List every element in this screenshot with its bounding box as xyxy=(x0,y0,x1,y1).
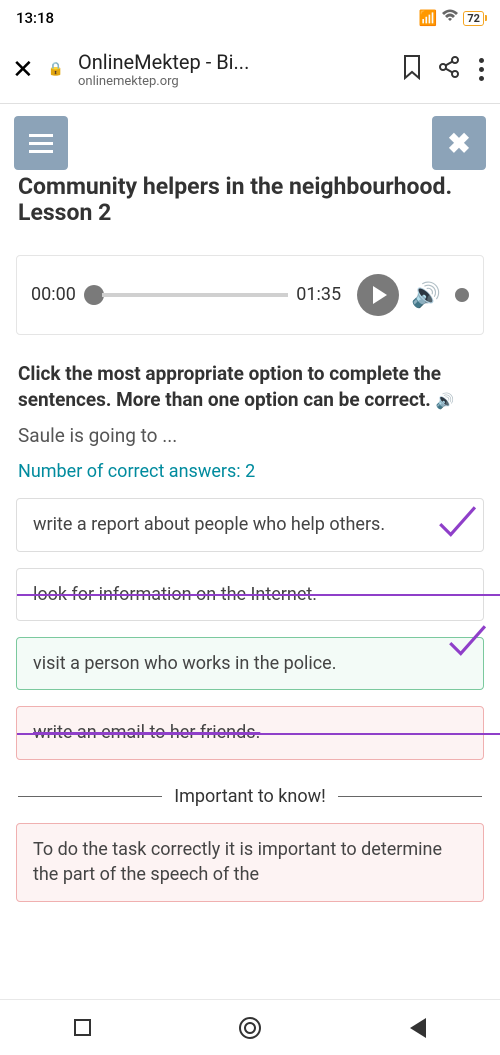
important-note: To do the task correctly it is important… xyxy=(16,823,484,902)
answer-option[interactable]: write an email to her friends. xyxy=(16,706,484,759)
speaker-icon[interactable]: 🔊 xyxy=(436,392,455,410)
answer-option[interactable]: look for information on the Internet. xyxy=(16,568,484,621)
divider xyxy=(18,796,162,797)
close-icon: ✖ xyxy=(447,127,470,160)
audio-total-time: 01:35 xyxy=(296,284,341,305)
correct-count: Number of correct answers: 2 xyxy=(0,461,500,492)
volume-icon[interactable]: 🔊 xyxy=(411,281,441,309)
play-button[interactable] xyxy=(357,274,399,316)
status-time: 13:18 xyxy=(16,9,54,27)
bookmark-icon[interactable] xyxy=(401,54,423,86)
task-instruction: Click the most appropriate option to com… xyxy=(0,349,500,418)
nav-back-icon[interactable] xyxy=(410,1018,426,1038)
option-text: write a report about people who help oth… xyxy=(33,514,385,535)
page-title: OnlineMektep - Bi... xyxy=(78,50,387,74)
share-icon[interactable] xyxy=(437,55,461,85)
option-text: visit a person who works in the police. xyxy=(33,653,336,674)
answer-option[interactable]: write a report about people who help oth… xyxy=(16,498,484,551)
signal-icon: 📶 xyxy=(419,9,438,27)
lesson-title: Community helpers in the neighbourhood. … xyxy=(0,170,500,241)
more-icon[interactable] xyxy=(475,58,488,81)
hamburger-icon xyxy=(29,134,53,153)
lock-icon: 🔒 xyxy=(48,62,64,77)
checkmark-icon xyxy=(445,620,487,668)
wifi-icon xyxy=(441,9,459,27)
audio-player: 00:00 01:35 🔊 xyxy=(16,255,484,335)
nav-home-icon[interactable] xyxy=(239,1017,261,1039)
page-url: onlinemektep.org xyxy=(78,74,387,89)
close-panel-button[interactable]: ✖ xyxy=(432,116,486,170)
menu-button[interactable] xyxy=(14,116,68,170)
task-stem: Saule is going to ... xyxy=(0,418,500,461)
battery-icon: 72 xyxy=(463,11,484,26)
divider xyxy=(338,796,482,797)
answer-option[interactable]: visit a person who works in the police. xyxy=(16,637,484,690)
nav-recent-icon[interactable] xyxy=(74,1019,91,1036)
status-icons: 📶 72 xyxy=(419,9,484,27)
volume-slider[interactable] xyxy=(455,288,469,302)
close-icon[interactable]: ✕ xyxy=(12,55,34,85)
audio-progress[interactable] xyxy=(84,285,288,305)
audio-current-time: 00:00 xyxy=(31,284,76,305)
play-icon xyxy=(373,286,387,304)
checkmark-icon xyxy=(435,501,477,549)
strike-line xyxy=(17,594,500,596)
strike-line xyxy=(17,733,500,735)
important-header: Important to know! xyxy=(174,786,326,808)
